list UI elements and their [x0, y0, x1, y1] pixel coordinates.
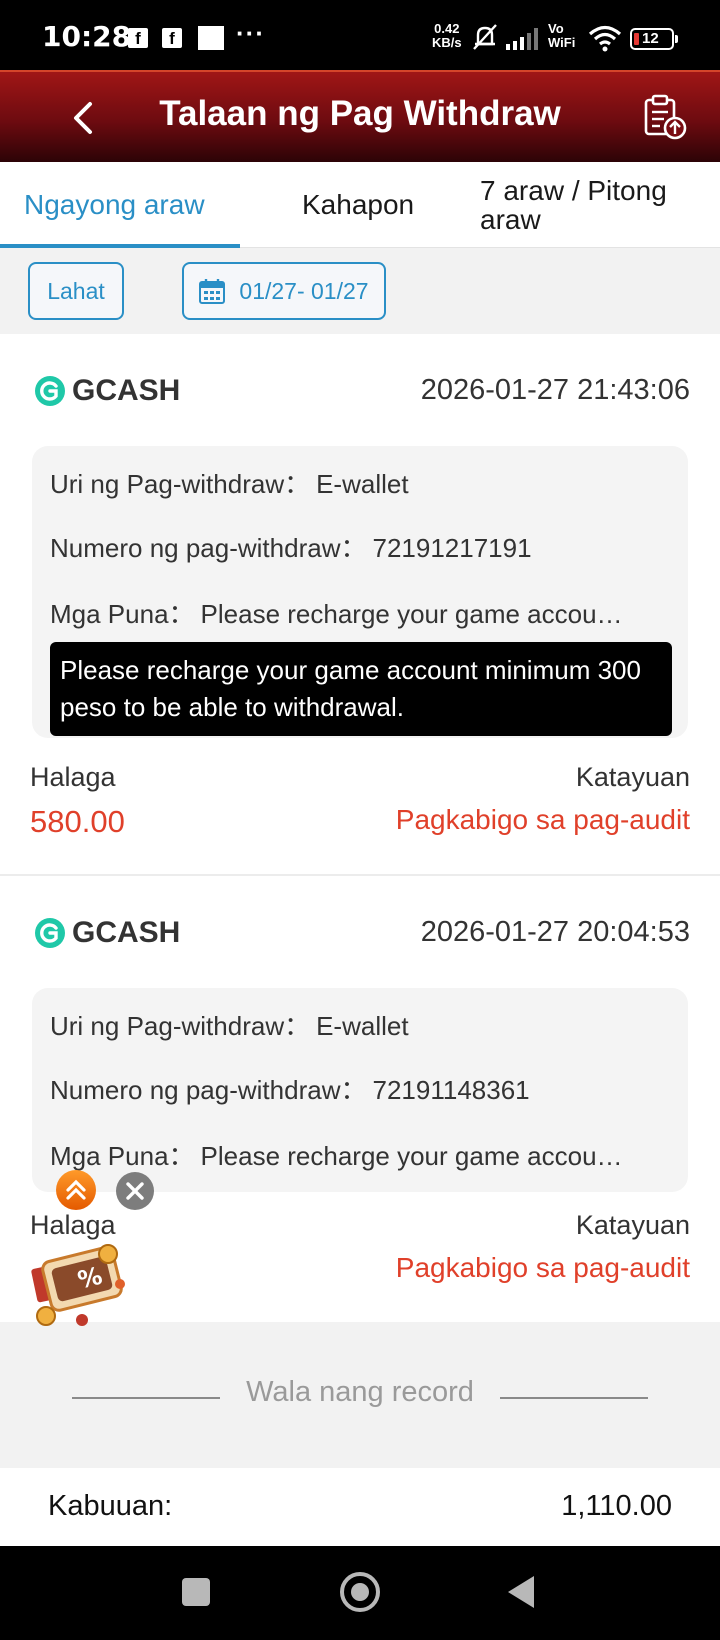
- total-value: 1,110.00: [561, 1490, 672, 1522]
- chevron-up-icon: [66, 1179, 86, 1200]
- more-notifications-icon: ···: [236, 18, 265, 48]
- withdraw-number-label: Numero ng pag-withdraw：: [50, 533, 367, 563]
- remarks-label: Mga Puna：: [50, 1141, 195, 1171]
- filter-bar: Lahat 01/27- 01/27: [0, 248, 720, 334]
- withdraw-number-value: 72191217191: [372, 533, 532, 563]
- gcash-logo-icon: [35, 376, 65, 406]
- close-icon: [126, 1182, 144, 1200]
- status-time: 10:28: [42, 20, 132, 53]
- status-label: Katayuan: [575, 762, 690, 792]
- record-datetime: 2026-01-27 20:04:53: [420, 916, 690, 948]
- network-speed-unit: KB/s: [432, 35, 462, 50]
- total-bar: Kabuuan: 1,110.00: [0, 1468, 720, 1546]
- amount-label: Halaga: [30, 1210, 116, 1240]
- withdraw-type-label: Uri ng Pag-withdraw：: [50, 1011, 311, 1041]
- app-header: Talaan ng Pag Withdraw: [0, 70, 720, 162]
- provider-name: GCASH: [72, 916, 181, 949]
- remarks-tooltip: Please recharge your game account minimu…: [50, 642, 672, 736]
- scroll-up-button[interactable]: [56, 1170, 96, 1210]
- amount-value: 580.00: [30, 804, 125, 839]
- recent-apps-button[interactable]: [182, 1578, 210, 1606]
- vowifi-indicator: Vo WiFi: [548, 22, 575, 50]
- system-back-button[interactable]: [508, 1576, 534, 1608]
- record-header: GCASH 2026-01-27 20:04:53: [34, 914, 690, 954]
- facebook-notification-icon: f: [162, 28, 182, 48]
- record-header: GCASH 2026-01-27 21:43:06: [34, 372, 690, 412]
- mute-bell-icon: [473, 24, 497, 50]
- record-details: Uri ng Pag-withdraw： E-wallet Numero ng p…: [32, 446, 688, 738]
- withdraw-number-row: Numero ng pag-withdraw： 72191148361: [50, 1070, 668, 1107]
- withdraw-type-value: E-wallet: [316, 469, 409, 499]
- wifi-icon: [588, 25, 622, 52]
- record-details: Uri ng Pag-withdraw： E-wallet Numero ng p…: [32, 988, 688, 1192]
- network-speed: 0.42 KB/s: [432, 22, 462, 50]
- system-nav-bar: [0, 1546, 720, 1640]
- remarks-value: Please recharge your game accou…: [200, 1141, 623, 1171]
- total-label: Kabuuan:: [48, 1490, 173, 1522]
- tab-seven-days[interactable]: 7 araw / Pitong araw: [480, 162, 710, 248]
- close-promo-button[interactable]: [116, 1172, 154, 1210]
- all-filter-button[interactable]: Lahat: [28, 262, 124, 320]
- withdraw-number-label: Numero ng pag-withdraw：: [50, 1075, 367, 1105]
- signal-strength-icon: [506, 28, 538, 50]
- date-range-picker[interactable]: 01/27- 01/27: [182, 262, 386, 320]
- withdraw-number-value: 72191148361: [372, 1075, 530, 1105]
- divider-line-right: [500, 1397, 648, 1399]
- remarks-row[interactable]: Mga Puna： Please recharge your game accou…: [50, 594, 668, 631]
- date-tabs: Ngayong araw Kahapon 7 araw / Pitong ara…: [0, 162, 720, 248]
- withdraw-type-row: Uri ng Pag-withdraw： E-wallet: [50, 464, 668, 501]
- tab-today[interactable]: Ngayong araw: [24, 162, 205, 248]
- amount-label: Halaga: [30, 762, 116, 792]
- page-title: Talaan ng Pag Withdraw: [159, 94, 561, 133]
- remarks-row[interactable]: Mga Puna： Please recharge your game accou…: [50, 1136, 668, 1173]
- no-more-text: Wala nang record: [246, 1376, 474, 1408]
- status-label: Katayuan: [575, 1210, 690, 1240]
- gcash-logo-icon: [35, 918, 65, 948]
- facebook-notification-icon: f: [128, 28, 148, 48]
- vowifi-label: WiFi: [548, 35, 576, 50]
- withdraw-record-card[interactable]: GCASH 2026-01-27 21:43:06 Uri ng Pag-wit…: [0, 334, 720, 874]
- notification-icon: [198, 26, 224, 50]
- network-speed-value: 0.42: [434, 21, 460, 36]
- record-upload-icon[interactable]: [640, 92, 690, 142]
- status-value: Pagkabigo sa pag-audit: [395, 804, 690, 835]
- calendar-icon: [199, 279, 226, 304]
- home-button[interactable]: [340, 1572, 380, 1612]
- battery-indicator: 12: [630, 28, 678, 50]
- withdraw-type-row: Uri ng Pag-withdraw： E-wallet: [50, 1006, 668, 1043]
- vowifi-vo: Vo: [548, 21, 564, 36]
- withdraw-type-label: Uri ng Pag-withdraw：: [50, 469, 311, 499]
- promo-gift-icon[interactable]: %: [26, 1240, 132, 1332]
- status-bar: 10:28 f f ··· 0.42 KB/s Vo WiFi 12: [0, 0, 720, 70]
- date-range-text: 01/27- 01/27: [239, 277, 369, 304]
- status-value: Pagkabigo sa pag-audit: [395, 1252, 690, 1283]
- no-more-records: Wala nang record: [0, 1322, 720, 1468]
- remarks-label: Mga Puna：: [50, 599, 195, 629]
- record-datetime: 2026-01-27 21:43:06: [420, 374, 690, 406]
- provider-name: GCASH: [72, 374, 181, 407]
- withdraw-type-value: E-wallet: [316, 1011, 409, 1041]
- remarks-value: Please recharge your game accou…: [200, 599, 623, 629]
- tab-yesterday[interactable]: Kahapon: [302, 162, 414, 248]
- withdraw-number-row: Numero ng pag-withdraw： 72191217191: [50, 528, 668, 565]
